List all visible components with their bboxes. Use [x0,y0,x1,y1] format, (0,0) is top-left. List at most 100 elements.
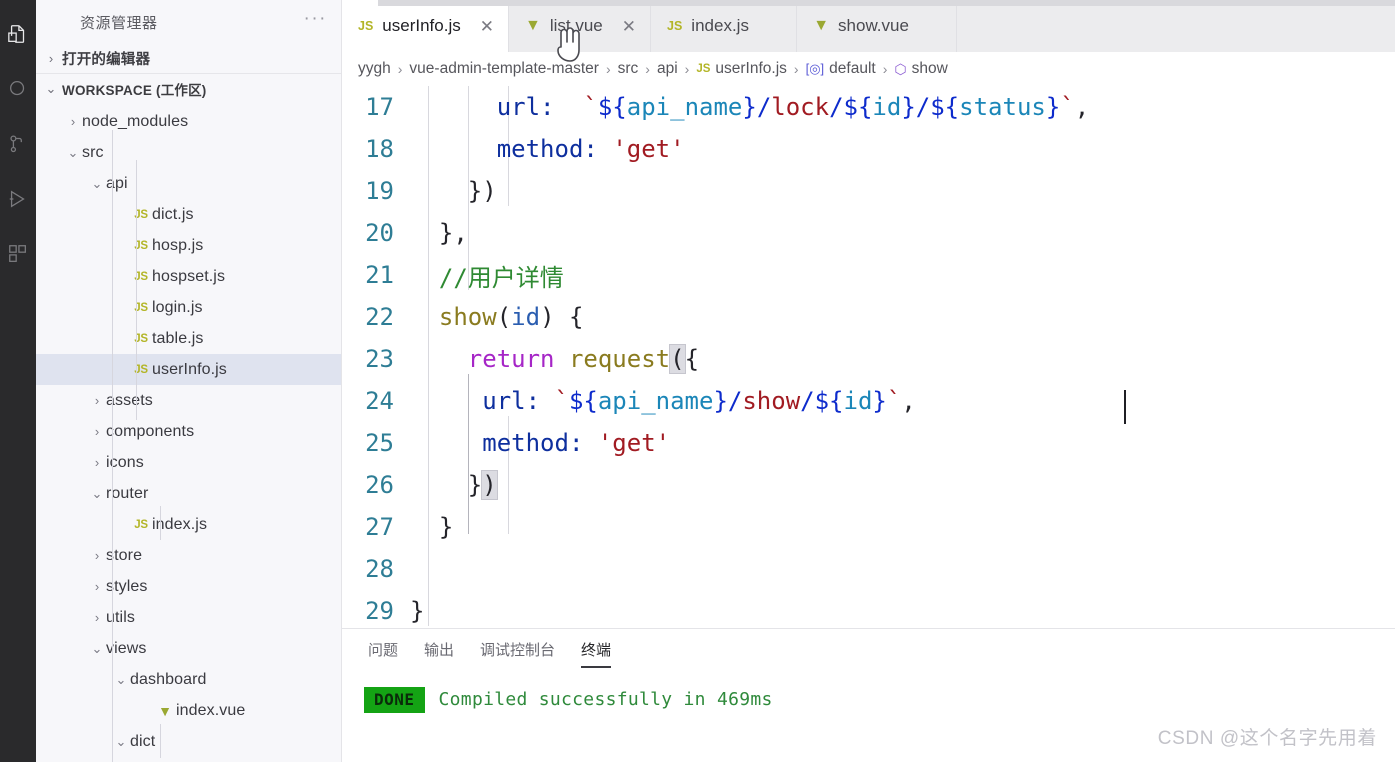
panel-tab-bar: 问题 输出 调试控制台 终端 [342,629,1395,675]
code-line-text: show(id) { [410,303,584,331]
code-token: ` [554,387,569,415]
code-token: show [438,303,497,331]
code-line-text: } [410,597,424,625]
breadcrumb-item-default[interactable]: [◎] default [806,60,876,78]
tree-item-styles[interactable]: › styles [36,571,341,602]
tree-item-label: table.js [152,329,204,347]
tree-item-icons[interactable]: › icons [36,447,341,478]
js-file-icon: JS [134,301,148,314]
code-line[interactable]: 21 //用户详情 [342,254,1395,296]
panel-tab-3[interactable]: 终端 [581,639,612,668]
source-control-icon[interactable] [0,116,36,171]
tree-item-components[interactable]: › components [36,416,341,447]
panel-tab-2[interactable]: 调试控制台 [480,639,555,666]
code-line[interactable]: 28 [342,548,1395,590]
tree-item-store[interactable]: › store [36,540,341,571]
js-file-icon: JS [696,63,711,75]
code-line[interactable]: 29} [342,590,1395,628]
tree-item-label: utils [106,608,135,626]
breadcrumb-separator-icon: › [397,61,403,77]
tree-item-table-js[interactable]: JS table.js [36,323,341,354]
explorer-icon[interactable] [0,6,36,61]
code-token: , [901,387,916,415]
code-token: url: [496,93,555,121]
panel-tab-1[interactable]: 输出 [424,639,454,666]
editor-tab-label: index.js [691,16,749,35]
tree-item-label: login.js [152,298,203,316]
code-line[interactable]: 18 method: 'get' [342,128,1395,170]
tree-item-userInfo-js[interactable]: JS userInfo.js [36,354,341,385]
code-token: show [742,387,801,415]
close-icon[interactable]: ✕ [480,18,494,35]
code-token: }) [467,177,497,205]
editor-tab-show-vue[interactable]: ▼show.vue✕ [797,0,958,52]
tree-item-dashboard[interactable]: ⌄ dashboard [36,664,341,695]
breadcrumb-item-yygh[interactable]: yygh [358,60,391,78]
code-line[interactable]: 23 return request({ [342,338,1395,380]
tree-item-dict-js[interactable]: JS dict.js [36,199,341,230]
tree-item-label: src [82,143,104,161]
run-and-debug-icon[interactable] [0,171,36,226]
tree-item-hospset-js[interactable]: JS hospset.js [36,261,341,292]
code-token: id [872,93,902,121]
tree-item-index-vue[interactable]: ▼ index.vue [36,695,341,726]
section-open-editors[interactable]: › 打开的编辑器 [36,44,341,74]
code-token: } [467,471,483,499]
code-editor[interactable]: 17 url: `${api_name}/lock/${id}/${status… [342,86,1395,628]
tree-item-label: assets [106,391,153,409]
breadcrumb-item-show[interactable]: ⬡ show [894,60,947,78]
breadcrumb-item-src[interactable]: src [618,60,639,78]
code-line[interactable]: 24 url: `${api_name}/show/${id}`, [342,380,1395,422]
breadcrumb-item-userInfo-js[interactable]: JS userInfo.js [696,60,787,78]
code-token: 'get' [597,429,671,457]
tree-indent-guide [136,160,137,420]
code-token: //用户详情 [438,263,564,292]
chevron-down-icon: ⌄ [115,733,127,749]
code-line[interactable]: 25 method: 'get' [342,422,1395,464]
code-line[interactable]: 19 }) [342,170,1395,212]
code-line[interactable]: 22 show(id) { [342,296,1395,338]
code-token: } [438,513,454,541]
code-line[interactable]: 17 url: `${api_name}/lock/${id}/${status… [342,86,1395,128]
section-open-editors-label: 打开的编辑器 [62,52,151,68]
tree-item-src[interactable]: ⌄ src [36,137,341,168]
code-line[interactable]: 27 } [342,506,1395,548]
code-token: / [756,93,772,121]
tree-item-assets[interactable]: › assets [36,385,341,416]
tree-item-hosp-js[interactable]: JS hosp.js [36,230,341,261]
tree-item-dict[interactable]: ⌄ dict [36,726,341,757]
breadcrumb-label: src [617,60,639,77]
editor-tab-list-vue[interactable]: ▼ list.vue ✕ [508,0,651,52]
tree-item-utils[interactable]: › utils [36,602,341,633]
search-icon[interactable] [0,61,36,116]
tree-item-views[interactable]: ⌄ views [36,633,341,664]
line-number: 17 [365,93,394,121]
code-line-text: return request({ [410,344,699,374]
js-file-icon: JS [134,518,148,531]
tree-item-index-js[interactable]: JS index.js [36,509,341,540]
editor-tab-index-js[interactable]: JSindex.js✕ [651,0,798,52]
code-line[interactable]: 20 }, [342,212,1395,254]
panel-tab-0[interactable]: 问题 [368,639,398,666]
extensions-icon[interactable] [0,226,36,281]
breadcrumb-separator-icon: › [645,61,650,77]
tree-item-login-js[interactable]: JS login.js [36,292,341,323]
code-line[interactable]: 26 }) [342,464,1395,506]
section-workspace[interactable]: ⌄ WORKSPACE (工作区) [36,74,341,104]
code-token: } [1045,93,1061,121]
tree-item-node_modules[interactable]: › node_modules [36,106,341,137]
editor-tab-bar: JSuserInfo.js✕▼list.vue✕JSindex.js✕▼show… [342,0,1395,52]
tree-item-api[interactable]: ⌄ api [36,168,341,199]
code-token: ) { [540,303,584,331]
explorer-more-actions-icon[interactable]: ··· [304,9,327,30]
code-line-text: } [410,513,453,541]
editor-tab-userInfo-js[interactable]: JS userInfo.js ✕ [342,0,509,52]
breadcrumb-item-api[interactable]: api [657,60,678,78]
tree-item-router[interactable]: ⌄ router [36,478,341,509]
close-icon[interactable]: ✕ [622,18,636,35]
breadcrumb-item-vue-admin-template-master[interactable]: vue-admin-template-master [409,60,599,78]
